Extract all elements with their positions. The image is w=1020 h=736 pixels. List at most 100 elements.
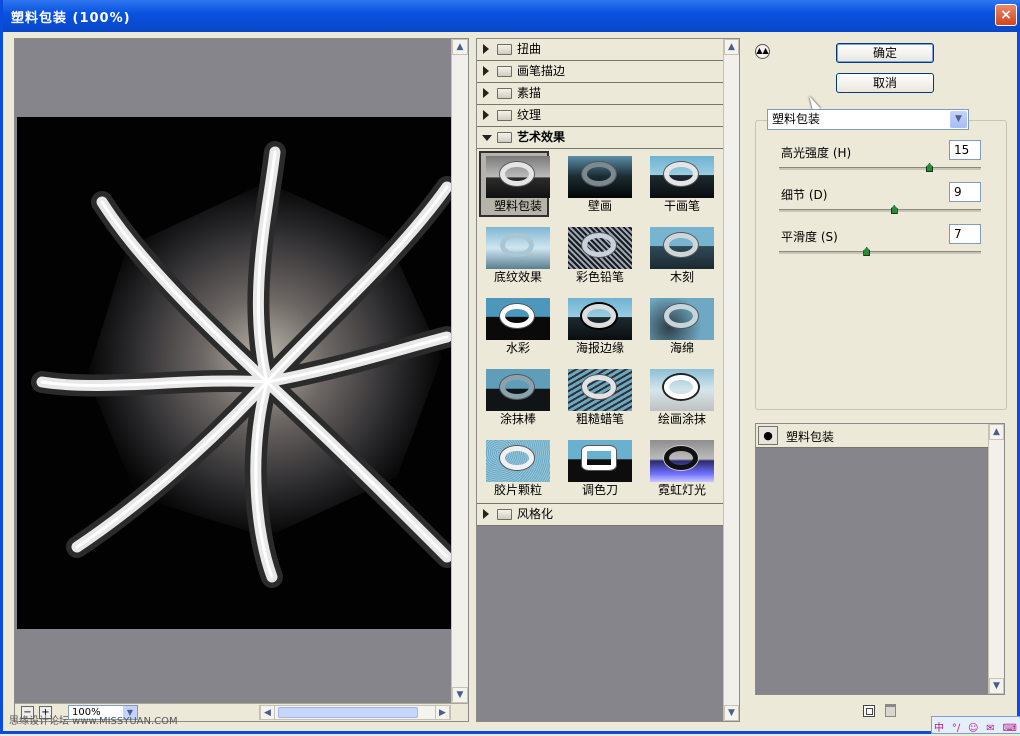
category-texture[interactable]: 纹理 [477,105,724,127]
close-button[interactable]: × [995,4,1017,26]
collapse-gallery-icon[interactable]: ▲▲ [755,44,770,59]
scroll-down-icon[interactable]: ▼ [724,705,739,721]
filter-category-list: 扭曲 画笔描边 素描 纹理 艺术效果 塑料包装 壁画 干画笔 底纹效果 彩色铅笔… [477,39,724,721]
filter-preview-image [486,369,550,411]
new-effect-layer-icon[interactable] [863,705,875,717]
ime-emoji-icon[interactable]: ☺ [968,723,978,734]
ok-button[interactable]: 确定 [836,43,934,63]
filter-thumb-rough-pastels[interactable]: 粗糙蜡笔 [563,366,633,432]
window-title: 塑料包装 (100%) [11,11,131,26]
filter-thumb-fresco[interactable]: 壁画 [563,153,633,219]
scroll-left-icon[interactable]: ◀ [260,705,275,720]
filter-label: 海绵 [669,341,694,355]
folder-icon [497,66,512,77]
expand-arrow-icon[interactable] [483,44,489,54]
filter-gallery-pane: 扭曲 画笔描边 素描 纹理 艺术效果 塑料包装 壁画 干画笔 底纹效果 彩色铅笔… [476,38,740,722]
filter-label: 底纹效果 [493,270,542,284]
filter-thumb-poster-edges[interactable]: 海报边缘 [563,295,633,361]
highlight-strength-input[interactable]: 15 [949,140,981,160]
cancel-button[interactable]: 取消 [836,73,934,93]
highlight-strength-label: 高光强度 (H) [781,146,852,160]
filter-thumb-sponge[interactable]: 海绵 [645,295,715,361]
collapse-arrow-icon[interactable] [482,135,492,141]
filter-thumb-neon-glow[interactable]: 霓虹灯光 [645,437,715,503]
folder-icon [497,110,512,121]
expand-arrow-icon[interactable] [483,88,489,98]
category-distort[interactable]: 扭曲 [477,39,724,61]
scroll-down-icon[interactable]: ▼ [452,687,468,703]
ime-chinese-icon[interactable]: 中 [934,719,944,734]
filter-preview-image [650,440,714,482]
highlight-strength-slider[interactable] [779,163,981,172]
filter-preview-image [650,227,714,269]
filter-thumb-palette-knife[interactable]: 调色刀 [563,437,633,503]
filter-preview-image [568,369,632,411]
scroll-up-icon[interactable]: ▲ [989,424,1004,440]
gallery-vertical-scrollbar[interactable]: ▲ ▼ [723,39,739,721]
filter-preview-image [568,440,632,482]
filter-thumb-cutout[interactable]: 木刻 [645,224,715,290]
filter-select-value: 塑料包装 [772,112,821,126]
chevron-down-icon[interactable]: ▼ [950,111,967,128]
scroll-up-icon[interactable]: ▲ [724,39,739,55]
filter-thumb-paint-daubs[interactable]: 绘画涂抹 [645,366,715,432]
smoothness-label: 平滑度 (S) [781,230,838,244]
category-stylize[interactable]: 风格化 [477,504,724,526]
category-sketch[interactable]: 素描 [477,83,724,105]
effect-layers-panel: ● 塑料包装 ▲ ▼ [755,423,1005,695]
expand-arrow-icon[interactable] [483,509,489,519]
filter-thumb-smudge-stick[interactable]: 涂抹棒 [481,366,551,432]
artistic-filter-thumbnails: 塑料包装 壁画 干画笔 底纹效果 彩色铅笔 木刻 水彩 海报边缘 海绵 涂抹棒 … [477,149,724,504]
filter-label: 胶片颗粒 [493,483,542,497]
smoothness-input[interactable]: 7 [949,224,981,244]
ime-punct-icon[interactable]: °∕ [952,723,960,734]
scroll-up-icon[interactable]: ▲ [452,39,468,55]
detail-input[interactable]: 9 [949,182,981,202]
filter-preview-image [486,298,550,340]
filter-thumb-colored-pencil[interactable]: 彩色铅笔 [563,224,633,290]
scroll-down-icon[interactable]: ▼ [989,678,1004,694]
filter-label: 彩色铅笔 [575,270,624,284]
filter-thumb-film-grain[interactable]: 胶片颗粒 [481,437,551,503]
category-artistic[interactable]: 艺术效果 [477,127,724,149]
effect-layer-row[interactable]: ● 塑料包装 [756,424,988,448]
filter-thumb-underpainting[interactable]: 底纹效果 [481,224,551,290]
scroll-right-icon[interactable]: ▶ [435,705,450,720]
filter-label: 壁画 [587,199,612,213]
ime-tray: 中 °∕ ☺ ✉ ⌨ [931,716,1020,734]
preview-horizontal-scrollbar[interactable]: ◀ ▶ [259,705,451,720]
category-label: 艺术效果 [517,130,566,144]
filter-label: 水彩 [505,341,530,355]
filter-thumb-watercolor[interactable]: 水彩 [481,295,551,361]
filter-label: 涂抹棒 [499,412,536,426]
delete-effect-layer-icon[interactable] [885,704,896,717]
filter-label: 霓虹灯光 [657,483,706,497]
expand-arrow-icon[interactable] [483,66,489,76]
smoothness-slider[interactable] [779,247,981,256]
title-bar[interactable]: 塑料包装 (100%) × [3,0,1020,32]
filter-label: 绘画涂抹 [657,412,706,426]
folder-icon [497,88,512,99]
eye-visibility-icon[interactable]: ● [758,426,778,445]
ime-keyboard-icon[interactable]: ⌨ [1003,723,1017,734]
filter-preview-image [486,156,550,198]
category-label: 风格化 [517,507,554,521]
category-label: 画笔描边 [517,64,566,78]
detail-slider[interactable] [779,205,981,214]
open-folder-icon [497,132,512,143]
ime-mail-icon[interactable]: ✉ [986,723,994,734]
expand-arrow-icon[interactable] [483,110,489,120]
preview-pane[interactable]: ▲ ▼ − + 100% ▼ ◀ ▶ [14,38,469,722]
scroll-thumb[interactable] [278,707,418,718]
filter-preview-image [650,369,714,411]
preview-vertical-scrollbar[interactable]: ▲ ▼ [451,39,468,703]
category-brush-strokes[interactable]: 画笔描边 [477,61,724,83]
detail-label: 细节 (D) [781,188,828,202]
category-label: 扭曲 [517,42,542,56]
filter-thumb-plastic-wrap[interactable]: 塑料包装 [479,151,550,217]
watermark-text: 思缘设计论坛 www.MISSYUAN.COM [9,716,178,727]
filter-select[interactable]: 塑料包装 ▼ [767,109,969,130]
preview-canvas[interactable] [17,117,451,629]
layers-vertical-scrollbar[interactable]: ▲ ▼ [988,424,1004,694]
filter-thumb-dry-brush[interactable]: 干画笔 [645,153,715,219]
